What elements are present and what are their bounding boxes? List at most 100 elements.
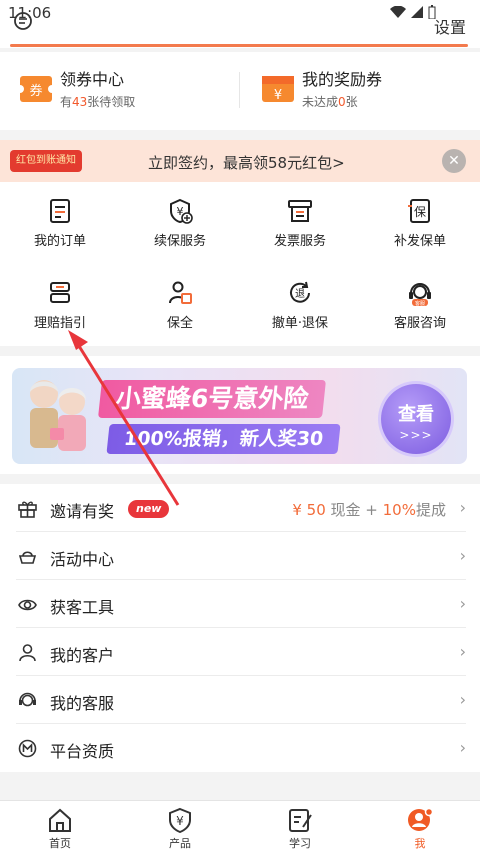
chevron-right-icon: ›	[459, 738, 466, 757]
service-grid: 我的订单 ¥ 续保服务 发票服务 保 补发保单 理赔指引 保全 退 撤单·退保 …	[0, 182, 480, 346]
ad-subline: 100%报销，新人奖30	[106, 424, 341, 454]
grid-item-customer-service[interactable]: 客服 客服咨询	[360, 264, 480, 344]
product-icon: ¥	[169, 807, 191, 833]
menu-list: 邀请有奖 new ¥ 50 现金 + 10%提成 › 活动中心 › 获客工具 ›…	[0, 484, 480, 772]
red-packet-tag: 红包到账通知	[10, 150, 82, 172]
tab-products[interactable]: ¥ 产品	[120, 801, 240, 853]
grid-label: 续保服务	[153, 234, 206, 249]
list-item-invite[interactable]: 邀请有奖 new ¥ 50 现金 + 10%提成 ›	[0, 484, 480, 532]
coupon-center[interactable]: 券 领券中心 有43张待领取	[20, 70, 135, 110]
customer-service-icon: 客服	[409, 283, 431, 306]
list-item-label: 活动中心	[50, 550, 115, 569]
renewal-icon: ¥	[170, 198, 193, 224]
svg-text:客服: 客服	[415, 300, 425, 306]
list-item-label: 获客工具	[50, 598, 115, 617]
settings-button[interactable]: 设置	[434, 14, 466, 38]
grid-item-invoice[interactable]: 发票服务	[240, 182, 360, 262]
grid-item-renewal[interactable]: ¥ 续保服务	[120, 182, 240, 262]
study-icon	[289, 809, 312, 832]
grid-item-reissue[interactable]: 保 补发保单	[360, 182, 480, 262]
coupon-center-sub: 有43张待领取	[60, 95, 136, 109]
wifi-icon	[390, 6, 406, 18]
tab-label: 学习	[289, 837, 311, 850]
grid-item-claim-guide[interactable]: 理赔指引	[0, 264, 120, 344]
gift-icon	[18, 501, 37, 518]
grid-item-preservation[interactable]: 保全	[120, 264, 240, 344]
ad-view-button[interactable]: 查看 >>>	[381, 384, 451, 454]
top-bar: 11:06 设置	[0, 0, 480, 48]
qualification-icon	[18, 739, 37, 758]
me-icon	[408, 807, 434, 831]
signal-icon	[411, 6, 423, 18]
my-reward-title: 我的奖励券	[302, 70, 383, 89]
list-item-label: 邀请有奖	[50, 502, 115, 521]
list-item-label: 我的客服	[50, 694, 115, 713]
list-item-label: 平台资质	[50, 742, 115, 761]
svg-text:¥: ¥	[274, 88, 282, 103]
tab-study[interactable]: 学习	[240, 801, 360, 853]
svg-text:退: 退	[295, 288, 305, 300]
tab-home[interactable]: 首页	[0, 801, 120, 853]
list-item-my-service[interactable]: 我的客服 ›	[0, 676, 480, 724]
list-item-qualification[interactable]: 平台资质 ›	[0, 724, 480, 772]
tab-label: 产品	[169, 837, 191, 850]
claim-guide-icon	[50, 282, 70, 303]
home-icon	[49, 808, 71, 832]
tab-label: 首页	[49, 837, 71, 850]
header-accent-line	[10, 44, 468, 47]
bottom-tab-bar: 首页 ¥ 产品 学习 我	[0, 800, 480, 853]
sign-banner[interactable]: 红包到账通知 立即签约，最高领58元红包> ✕	[0, 140, 480, 182]
grid-label: 我的订单	[33, 234, 86, 249]
chevron-right-icon: ›	[459, 594, 466, 613]
message-icon[interactable]	[12, 10, 34, 32]
ad-section: 小蜜蜂6号意外险 100%报销，新人奖30 查看 >>>	[0, 356, 480, 474]
customers-icon	[19, 644, 36, 662]
status-icons	[390, 5, 436, 19]
close-icon[interactable]: ✕	[442, 149, 466, 173]
my-reward-coupons[interactable]: ¥ 我的奖励券 未达成0张	[262, 70, 382, 110]
coupon-ticket-icon: 券	[20, 76, 52, 102]
svg-text:¥: ¥	[176, 814, 184, 828]
ad-cta-arrows: >>>	[399, 428, 433, 442]
invoice-icon	[288, 200, 312, 222]
list-item-label: 我的客户	[50, 646, 115, 665]
list-item-acquisition-tools[interactable]: 获客工具 ›	[0, 580, 480, 628]
acquisition-tool-icon	[18, 599, 37, 611]
sign-banner-text[interactable]: 立即签约，最高领58元红包>	[148, 152, 345, 173]
list-item-my-customers[interactable]: 我的客户 ›	[0, 628, 480, 676]
chevron-right-icon: ›	[459, 498, 466, 517]
activity-icon	[18, 551, 37, 564]
new-badge: new	[128, 500, 170, 518]
ad-headline: 小蜜蜂6号意外险	[98, 380, 327, 418]
grid-item-cancel-refund[interactable]: 退 撤单·退保	[240, 264, 360, 344]
ad-banner[interactable]: 小蜜蜂6号意外险 100%报销，新人奖30 查看 >>>	[12, 368, 467, 464]
svg-text:券: 券	[29, 83, 42, 99]
grid-label: 理赔指引	[33, 316, 86, 331]
svg-text:保: 保	[414, 205, 426, 219]
my-reward-sub: 未达成0张	[302, 95, 358, 109]
chevron-right-icon: ›	[459, 642, 466, 661]
cancel-refund-icon: 退	[290, 281, 310, 303]
order-icon	[50, 199, 70, 223]
chevron-right-icon: ›	[459, 690, 466, 709]
invite-reward-text: ¥ 50 现金 + 10%提成	[292, 501, 446, 519]
reward-voucher-icon: ¥	[262, 76, 294, 103]
coupon-center-title: 领券中心	[60, 70, 125, 89]
grid-label: 发票服务	[273, 234, 326, 249]
chevron-right-icon: ›	[459, 546, 466, 565]
tab-me[interactable]: 我	[360, 801, 480, 853]
grid-label: 补发保单	[393, 234, 446, 249]
grid-label: 撤单·退保	[271, 316, 329, 331]
grid-label: 客服咨询	[393, 316, 446, 331]
coupon-divider	[239, 72, 240, 108]
grid-item-my-orders[interactable]: 我的订单	[0, 182, 120, 262]
elderly-couple-illustration	[30, 380, 86, 451]
tab-label: 我	[414, 837, 426, 850]
service-agent-icon	[19, 692, 36, 707]
preservation-icon	[169, 281, 192, 304]
ad-cta-label: 查看	[398, 404, 434, 425]
list-item-activity[interactable]: 活动中心 ›	[0, 532, 480, 580]
grid-label: 保全	[166, 316, 193, 331]
coupon-card: 券 领券中心 有43张待领取 ¥ 我的奖励券 未达成0张	[0, 52, 480, 130]
reissue-policy-icon: 保	[408, 199, 430, 223]
